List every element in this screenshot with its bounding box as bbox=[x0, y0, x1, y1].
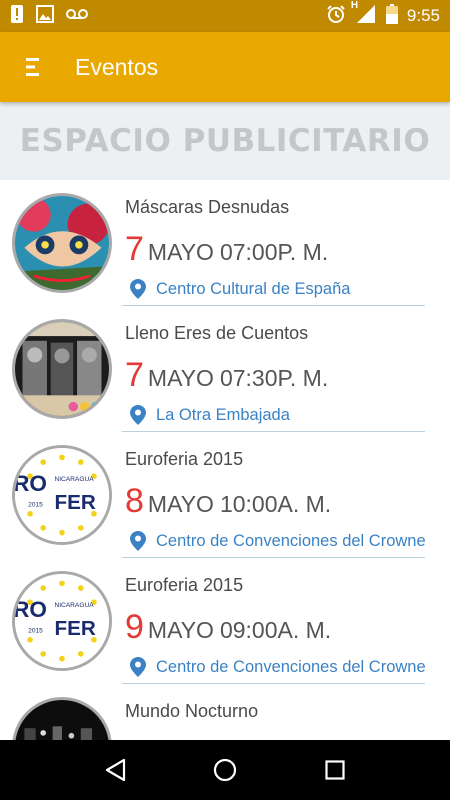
event-month: MAYO bbox=[147, 239, 214, 265]
home-button[interactable] bbox=[205, 750, 245, 790]
location-pin-icon bbox=[130, 531, 146, 551]
clock: 9:55 bbox=[406, 6, 440, 25]
euroferia-logo-year: 2015 bbox=[28, 627, 43, 634]
event-time: 07:30P. M. bbox=[219, 365, 329, 391]
event-day: 7 bbox=[125, 356, 144, 394]
event-item[interactable]: Mundo Nocturno bbox=[0, 684, 450, 740]
back-button[interactable] bbox=[95, 750, 135, 790]
euroferia-logo-line2: FER bbox=[54, 491, 95, 514]
screen: H 9:55 Eventos ESPACIO PUBLICITARIO Másc… bbox=[0, 0, 450, 800]
navigation-bar bbox=[0, 740, 450, 800]
event-item[interactable]: Lleno Eres de Cuentos 7 MAYO 07:30P. M. … bbox=[0, 306, 450, 432]
event-list[interactable]: Máscaras Desnudas 7 MAYO 07:00P. M. Cent… bbox=[0, 180, 450, 740]
event-location[interactable]: Centro de Convenciones del Crowne bbox=[130, 657, 426, 677]
event-date: 7 MAYO 07:30P. M. bbox=[125, 356, 328, 395]
event-item[interactable]: Máscaras Desnudas 7 MAYO 07:00P. M. Cent… bbox=[0, 180, 450, 306]
signal-h-icon: H bbox=[351, 0, 377, 29]
menu-button[interactable] bbox=[0, 32, 68, 102]
voicemail-icon bbox=[66, 7, 88, 25]
event-location[interactable]: Centro de Convenciones del Crowne bbox=[130, 531, 426, 551]
event-thumbnail: RO NICARAGUA 2015 FER bbox=[12, 571, 112, 671]
recents-button[interactable] bbox=[315, 750, 355, 790]
euroferia-logo-year: 2015 bbox=[28, 501, 43, 508]
image-icon bbox=[36, 4, 54, 28]
event-thumbnail: RO NICARAGUA 2015 FER bbox=[12, 445, 112, 545]
event-title: Mundo Nocturno bbox=[125, 701, 259, 721]
event-venue: Centro de Convenciones del Crowne bbox=[156, 657, 426, 676]
menu-icon bbox=[26, 58, 39, 76]
event-date: 8 MAYO 10:00A. M. bbox=[125, 482, 331, 521]
event-date: 9 MAYO 09:00A. M. bbox=[125, 608, 331, 647]
event-date: 7 MAYO 07:00P. M. bbox=[125, 230, 328, 269]
event-thumbnail bbox=[12, 697, 112, 740]
event-month: MAYO bbox=[147, 491, 214, 517]
system-icons: H 9:55 bbox=[326, 0, 440, 29]
page-title: Eventos bbox=[75, 53, 159, 80]
location-pin-icon bbox=[130, 405, 146, 425]
event-thumbnail bbox=[12, 193, 112, 293]
event-day: 9 bbox=[125, 608, 144, 646]
event-time: 09:00A. M. bbox=[219, 617, 332, 643]
event-day: 8 bbox=[125, 482, 144, 520]
alarm-icon bbox=[326, 4, 346, 29]
event-thumbnail bbox=[12, 319, 112, 419]
event-title: Lleno Eres de Cuentos bbox=[125, 323, 309, 343]
ad-banner[interactable]: ESPACIO PUBLICITARIO bbox=[0, 102, 450, 180]
location-pin-icon bbox=[130, 657, 146, 677]
battery-icon bbox=[385, 3, 398, 29]
event-time: 10:00A. M. bbox=[219, 491, 332, 517]
event-venue: Centro Cultural de España bbox=[156, 279, 351, 298]
euroferia-logo-line2: FER bbox=[54, 617, 95, 640]
app-bar: Eventos bbox=[0, 32, 450, 102]
event-month: MAYO bbox=[147, 617, 214, 643]
alert-icon bbox=[10, 4, 24, 29]
event-location[interactable]: Centro Cultural de España bbox=[130, 279, 350, 299]
event-location[interactable]: La Otra Embajada bbox=[130, 405, 290, 425]
euroferia-logo-line1: RO bbox=[15, 597, 47, 622]
status-bar: H 9:55 bbox=[0, 0, 450, 32]
event-venue: La Otra Embajada bbox=[156, 405, 290, 424]
event-item[interactable]: RO NICARAGUA 2015 FER Euroferia 2015 9 M… bbox=[0, 558, 450, 684]
network-type-label: H bbox=[350, 0, 359, 11]
event-day: 7 bbox=[125, 230, 144, 268]
event-title: Euroferia 2015 bbox=[125, 575, 244, 595]
euroferia-logo-line1: RO bbox=[15, 471, 47, 496]
ad-banner-text: ESPACIO PUBLICITARIO bbox=[19, 123, 431, 159]
location-pin-icon bbox=[130, 279, 146, 299]
event-time: 07:00P. M. bbox=[219, 239, 329, 265]
back-icon bbox=[105, 758, 126, 782]
recents-icon bbox=[325, 760, 345, 780]
euroferia-logo-country: NICARAGUA bbox=[54, 476, 94, 483]
event-venue: Centro de Convenciones del Crowne bbox=[156, 531, 426, 550]
event-title: Euroferia 2015 bbox=[125, 449, 244, 469]
event-item[interactable]: RO NICARAGUA 2015 FER Euroferia 2015 8 M… bbox=[0, 432, 450, 558]
home-icon bbox=[213, 758, 237, 782]
event-title: Máscaras Desnudas bbox=[125, 197, 290, 217]
event-month: MAYO bbox=[147, 365, 214, 391]
notification-icons bbox=[10, 4, 88, 29]
euroferia-logo-country: NICARAGUA bbox=[54, 602, 94, 609]
